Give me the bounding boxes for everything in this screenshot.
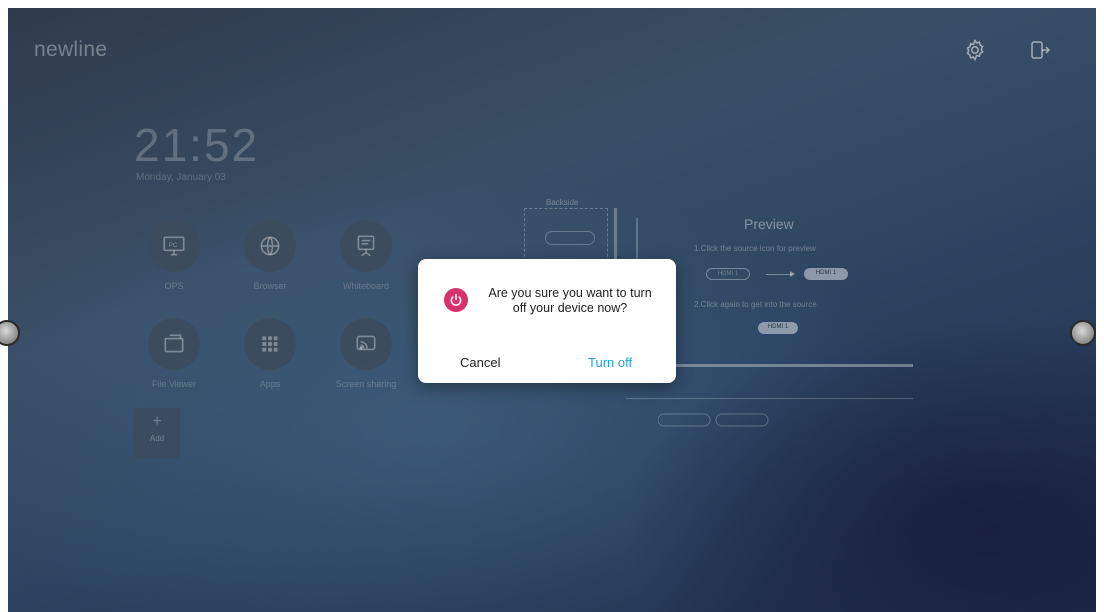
shutdown-dialog: Are you sure you want to turn off your d… (418, 259, 676, 383)
cancel-button[interactable]: Cancel (460, 355, 500, 370)
dialog-message: Are you sure you want to turn off your d… (488, 286, 652, 315)
turn-off-button[interactable]: Turn off (588, 355, 632, 370)
dialog-overlay: Are you sure you want to turn off your d… (0, 0, 1104, 612)
power-icon (444, 288, 468, 312)
